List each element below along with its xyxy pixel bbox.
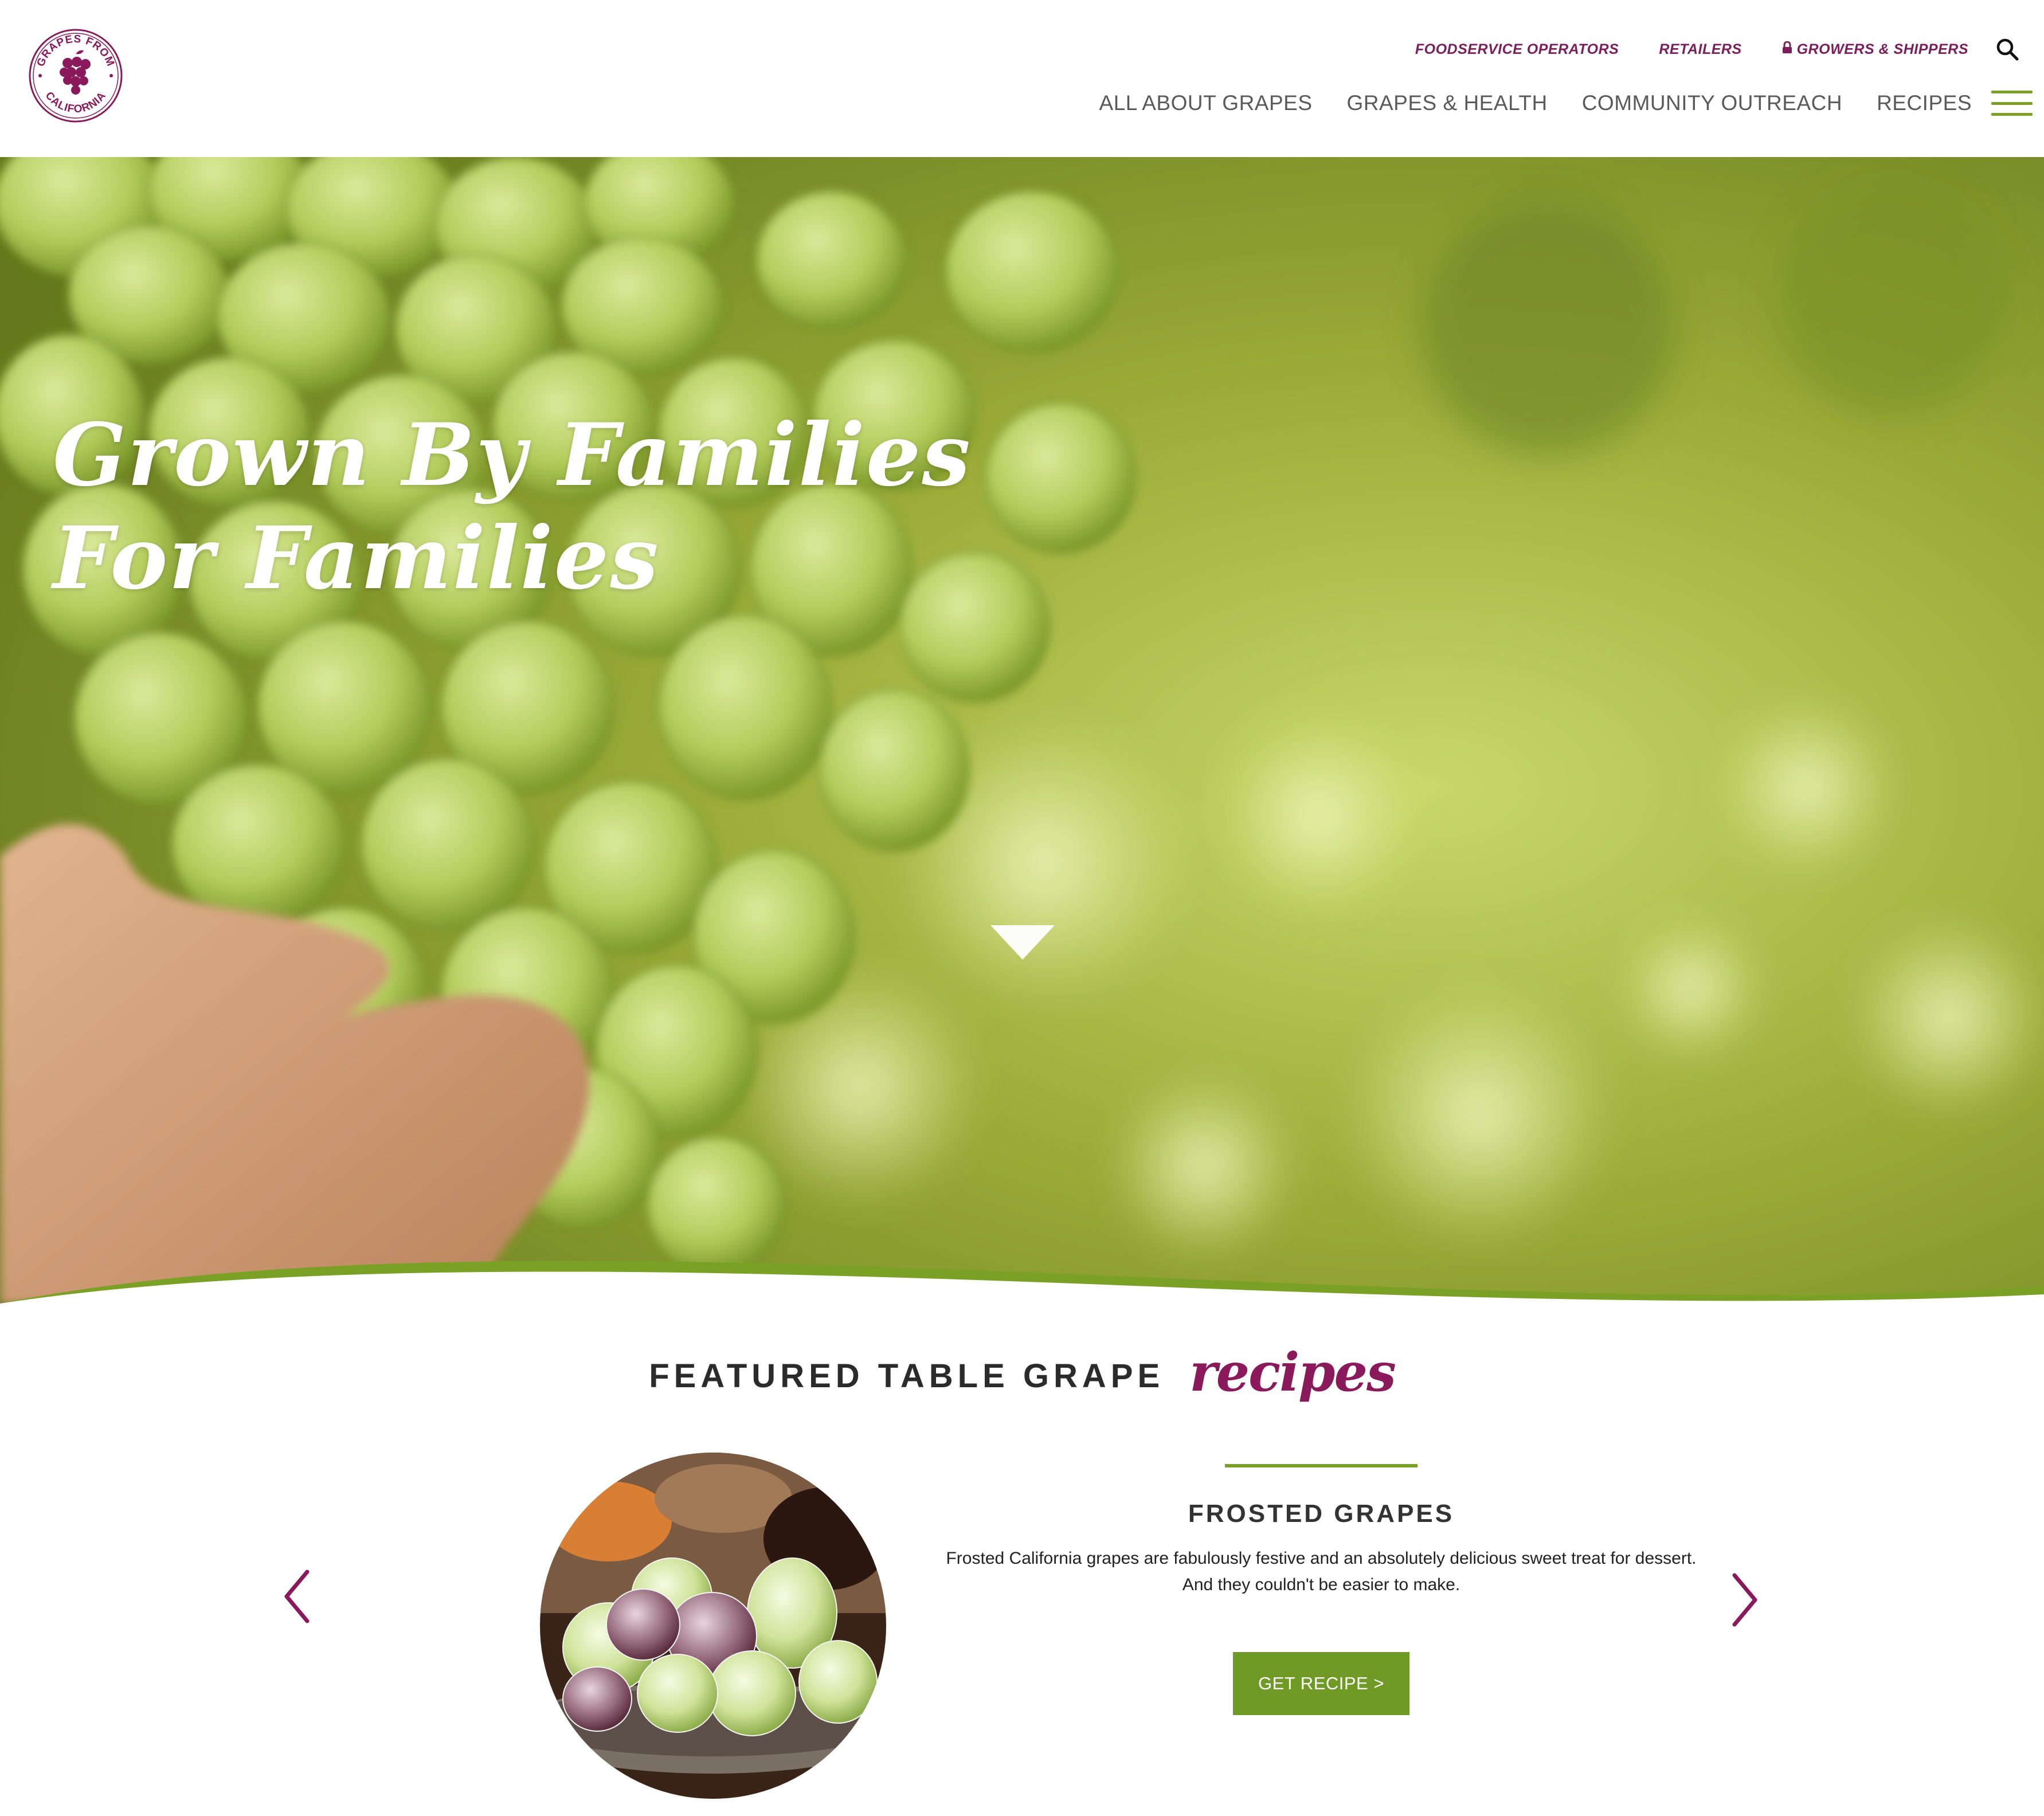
hero-title: Grown By Families For Families (53, 404, 972, 610)
recipe-title: FROSTED GRAPES (1188, 1500, 1455, 1528)
carousel-prev-button[interactable] (279, 1565, 319, 1628)
recipe-description-line-1: Frosted California grapes are fabulously… (946, 1549, 1697, 1568)
hero-title-line-1: Grown By Families (53, 405, 972, 506)
nav-all-about-grapes[interactable]: ALL ABOUT GRAPES (1099, 91, 1313, 115)
hamburger-icon[interactable] (1991, 91, 2033, 116)
featured-heading-script: recipes (1189, 1341, 1396, 1403)
carousel-next-button[interactable] (1723, 1568, 1763, 1631)
featured-heading-text: FEATURED TABLE GRAPE (649, 1357, 1165, 1395)
utility-nav: FOODSERVICE OPERATORS RETAILERS GROWERS … (1375, 33, 2021, 65)
grapes-from-california-logo[interactable]: GRAPES FROM CALIFORNIA (28, 23, 124, 127)
foodservice-operators-link[interactable]: FOODSERVICE OPERATORS (1415, 41, 1619, 58)
search-button[interactable] (1994, 36, 2021, 63)
chevron-right-icon (1732, 1573, 1757, 1627)
main-nav: ALL ABOUT GRAPES GRAPES & HEALTH COMMUNI… (1065, 85, 2033, 122)
hero-wave-divider (0, 1261, 2044, 1304)
recipe-divider (1225, 1464, 1418, 1467)
recipe-description-line-2: And they couldn't be easier to make. (1182, 1575, 1460, 1594)
nav-grapes-health[interactable]: GRAPES & HEALTH (1347, 91, 1548, 115)
recipe-description: Frosted California grapes are fabulously… (911, 1545, 1731, 1598)
hero-banner: Grown By Families For Families (0, 157, 2044, 1304)
get-recipe-button[interactable]: GET RECIPE > (1233, 1652, 1409, 1715)
scroll-down-icon[interactable] (990, 925, 1055, 960)
recipe-image[interactable] (540, 1453, 886, 1799)
growers-shippers-label: GROWERS & SHIPPERS (1796, 41, 1968, 57)
chevron-left-icon (284, 1570, 310, 1623)
site-header: GRAPES FROM CALIFORNIA FOODSERVICE OPERA… (0, 0, 2044, 157)
retailers-link[interactable]: RETAILERS (1659, 41, 1741, 58)
lock-icon (1782, 41, 1792, 58)
nav-community-outreach[interactable]: COMMUNITY OUTREACH (1582, 91, 1842, 115)
growers-shippers-link[interactable]: GROWERS & SHIPPERS (1782, 41, 1968, 58)
featured-heading: FEATURED TABLE GRAPE recipes (0, 1336, 2044, 1416)
nav-recipes[interactable]: RECIPES (1877, 91, 1972, 115)
recipe-info: FROSTED GRAPES Frosted California grapes… (911, 1464, 1731, 1715)
hero-title-line-2: For Families (53, 508, 660, 609)
search-icon (1996, 38, 2019, 61)
hero-background-image (0, 157, 2044, 1304)
